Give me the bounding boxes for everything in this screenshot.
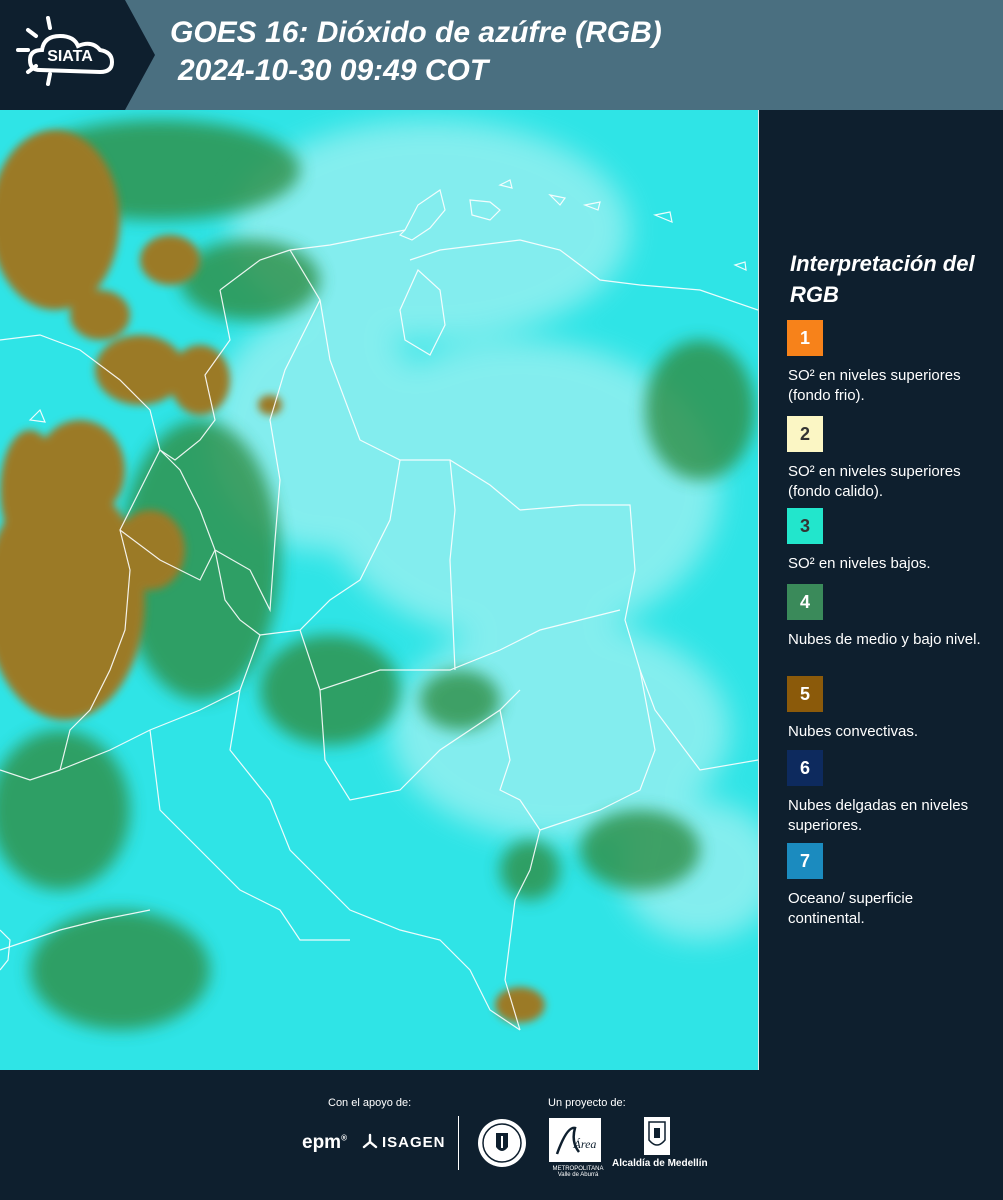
legend-description-5: Nubes convectivas. [788, 723, 919, 740]
legend-description-1: SO² en niveles superiores (fondo frio). [788, 367, 961, 404]
legend-description-2: SO² en niveles superiores (fondo calido)… [788, 463, 961, 500]
area-metropolitana-label: METROPOLITANA Valle de Aburrá [552, 1166, 604, 1178]
header-bar: SIATA GOES 16: Dióxido de azúfre (RGB) 2… [0, 0, 1003, 110]
satellite-map[interactable] [0, 110, 759, 1070]
footer-divider [458, 1116, 459, 1170]
support-caption: Con el apoyo de: [328, 1097, 412, 1109]
alcaldia-label: Alcaldía de Medellín [612, 1158, 708, 1169]
isagen-logo[interactable]: ISAGEN [382, 1134, 446, 1151]
epm-registered-mark: ® [341, 1133, 347, 1143]
legend-title: Interpretación del RGB [790, 251, 975, 307]
siata-logo-graphic: SIATA [0, 0, 155, 110]
area-logo-script: Área [573, 1137, 597, 1151]
siata-logo[interactable]: SIATA [0, 0, 160, 110]
legend-swatch-7: 7 [787, 843, 823, 879]
medellin-seal-icon[interactable] [476, 1117, 528, 1169]
satellite-image [0, 110, 758, 1070]
legend-swatch-1: 1 [787, 320, 823, 356]
epm-logo-text: epm [302, 1132, 342, 1153]
project-caption: Un proyecto de: [548, 1097, 626, 1109]
legend-description-7: Oceano/ superficie continental. [788, 890, 914, 927]
legend-panel: Interpretación del RGB 1 SO² en niveles … [760, 110, 1003, 1070]
legend-swatch-6: 6 [787, 750, 823, 786]
legend-swatch-2: 2 [787, 416, 823, 452]
page-timestamp: 2024-10-30 09:49 COT [178, 54, 489, 87]
isagen-icon [362, 1133, 378, 1149]
area-metropolitana-logo[interactable]: Área [549, 1118, 601, 1170]
page-title: GOES 16: Dióxido de azúfre (RGB) [170, 16, 662, 49]
alcaldia-shield-icon[interactable] [643, 1116, 671, 1156]
legend-swatch-5: 5 [787, 676, 823, 712]
legend-swatch-4: 4 [787, 584, 823, 620]
legend-description-3: SO² en niveles bajos. [788, 555, 931, 572]
footer: Con el apoyo de: Un proyecto de: epm® IS… [0, 1070, 1003, 1200]
legend-description-4: Nubes de medio y bajo nivel. [788, 631, 981, 648]
legend-swatch-3: 3 [787, 508, 823, 544]
legend-description-6: Nubes delgadas en niveles superiores. [788, 797, 969, 834]
siata-logo-text: SIATA [47, 48, 93, 65]
epm-logo[interactable]: epm® [302, 1132, 347, 1154]
